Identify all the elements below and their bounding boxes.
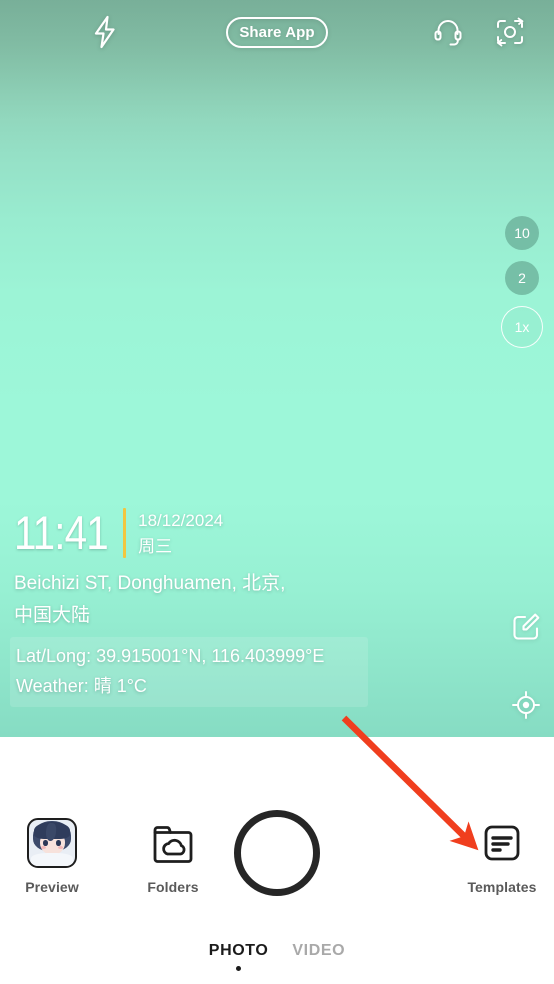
watermark-divider <box>123 508 127 558</box>
headset-support-icon <box>434 20 462 46</box>
zoom-level-controls: 10 2 1x <box>499 216 545 348</box>
zoom-option-10[interactable]: 10 <box>505 216 539 250</box>
inactive-mode-indicator <box>316 966 321 971</box>
flash-bolt-icon <box>94 15 115 49</box>
camera-flip-icon <box>496 17 524 47</box>
tab-video[interactable]: VIDEO <box>292 942 345 971</box>
capture-mode-tabs: PHOTO VIDEO <box>0 942 554 971</box>
zoom-option-2[interactable]: 2 <box>505 261 539 295</box>
edit-watermark-button[interactable] <box>507 608 545 646</box>
template-document-icon <box>484 825 520 861</box>
gps-locate-button[interactable] <box>507 686 545 724</box>
share-app-button[interactable]: Share App <box>226 17 328 48</box>
support-headset-button[interactable] <box>426 10 470 54</box>
active-mode-indicator <box>236 966 242 971</box>
folders-button[interactable]: Folders <box>121 818 225 895</box>
folders-label: Folders <box>147 879 199 895</box>
watermark-date-column: 18/12/2024 周三 <box>138 505 223 561</box>
watermark-header-row: 11:41 18/12/2024 周三 <box>14 505 414 561</box>
tab-video-label: VIDEO <box>292 942 346 959</box>
watermark-time: 11:41 <box>14 506 109 559</box>
top-toolbar: Share App <box>0 0 554 64</box>
share-app-label: Share App <box>239 24 315 41</box>
templates-label: Templates <box>467 879 537 895</box>
photo-thumbnail-avatar[interactable] <box>27 818 77 868</box>
shutter-button[interactable] <box>234 810 320 896</box>
flash-button[interactable] <box>83 10 127 54</box>
watermark-date: 18/12/2024 <box>138 510 224 530</box>
watermark-location: Beichizi ST, Donghuamen, 北京, 中国大陆 <box>14 573 286 626</box>
edit-pencil-square-icon <box>513 613 540 640</box>
photo-watermark-stamp[interactable]: 11:41 18/12/2024 周三 Beichizi ST, Donghua… <box>10 505 414 707</box>
watermark-weekday: 周三 <box>138 536 173 556</box>
templates-button[interactable]: Templates <box>450 818 554 895</box>
watermark-coordinates-panel: Lat/Long: 39.915001°N, 116.403999°E Weat… <box>10 637 368 707</box>
camera-flip-button[interactable] <box>488 10 532 54</box>
tab-photo-label: PHOTO <box>208 942 269 959</box>
preview-label: Preview <box>25 879 79 895</box>
watermark-latlong: Lat/Long: 39.915001°N, 116.403999°E <box>16 646 325 666</box>
watermark-weather: Weather: 晴 1°C <box>16 676 147 696</box>
folder-cloud-icon <box>153 826 193 863</box>
zoom-option-1x[interactable]: 1x <box>501 306 543 348</box>
gps-crosshair-icon <box>512 691 540 719</box>
preview-button[interactable]: Preview <box>0 818 104 895</box>
tab-photo[interactable]: PHOTO <box>209 942 269 971</box>
